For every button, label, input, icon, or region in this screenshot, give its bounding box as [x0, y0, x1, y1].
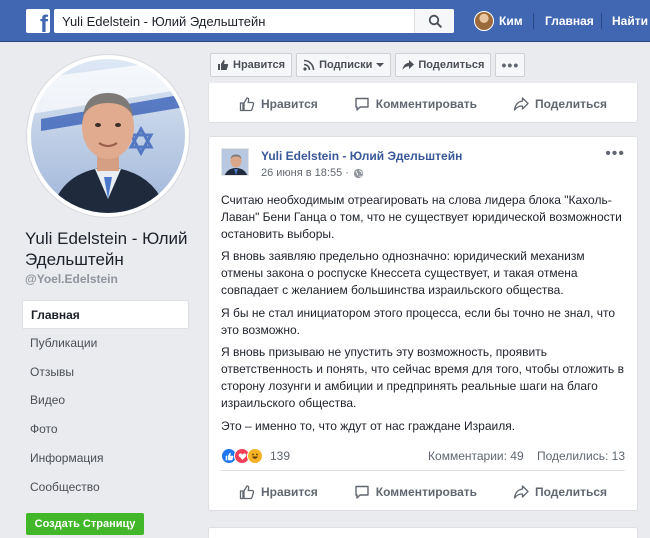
post-author-avatar[interactable] — [221, 148, 249, 176]
page-share-label: Поделиться — [418, 59, 485, 71]
comment-button[interactable]: Комментировать — [354, 96, 477, 112]
post-reactions-summary: 139 Комментарии: 49 Поделились: 13 — [221, 446, 625, 466]
page-like-button[interactable]: Нравится — [210, 53, 293, 77]
rss-icon — [303, 59, 315, 71]
comment-button[interactable]: Комментировать — [354, 484, 477, 500]
page-like-label: Нравится — [233, 59, 286, 71]
engagement-stats: Комментарии: 49 Поделились: 13 — [428, 449, 625, 463]
nav-item-reviews[interactable]: Отзывы — [22, 358, 189, 387]
caret-down-icon — [376, 63, 385, 67]
nav-home-link[interactable]: Главная — [545, 14, 594, 28]
nav-item-community[interactable]: Сообщество — [22, 473, 189, 502]
like-label: Нравится — [260, 97, 318, 111]
post-timestamp[interactable]: 26 июня в 18:55 · — [261, 165, 349, 181]
user-avatar — [474, 11, 494, 31]
author-photo — [222, 149, 248, 175]
nav-item-about[interactable]: Информация — [22, 444, 189, 473]
reactions-link[interactable]: 139 — [221, 448, 290, 464]
post-author-name[interactable]: Yuli Edelstein - Юлий Эдельштейн — [261, 148, 462, 164]
post-paragraph: Я вновь призываю не упустить эту возможн… — [221, 345, 624, 410]
post-header: Yuli Edelstein - Юлий Эдельштейн 26 июня… — [221, 148, 462, 181]
post-text: Считаю необходимым отреагировать на слов… — [221, 192, 625, 440]
post-action-row: Нравится Комментировать Поделиться — [221, 89, 625, 119]
nav-item-photos[interactable]: Фото — [22, 415, 189, 444]
post-options-button[interactable]: ••• — [605, 146, 625, 162]
profile-link[interactable]: Ким — [474, 11, 523, 31]
page-navigation: Главная Публикации Отзывы Видео Фото Инф… — [22, 300, 189, 502]
post-card: Yuli Edelstein - Юлий Эдельштейн 26 июня… — [208, 136, 638, 511]
page-follow-label: Подписки — [319, 59, 373, 71]
page-follow-button[interactable]: Подписки — [296, 53, 392, 77]
share-arrow-icon — [513, 97, 529, 111]
page-username[interactable]: @Yoel.Edelstein — [25, 272, 118, 286]
page-title[interactable]: Yuli Edelstein - Юлий Эдельштейн — [25, 228, 200, 270]
page-more-button[interactable]: ••• — [495, 53, 526, 77]
share-arrow-icon — [402, 60, 415, 70]
profile-photo — [31, 59, 185, 213]
comment-count-link[interactable]: Комментарии: 49 — [428, 449, 524, 463]
previous-post-card: Нравится Комментировать Поделиться — [208, 83, 638, 123]
reaction-count: 139 — [270, 449, 291, 463]
page-action-bar: Нравится Подписки Поделиться ••• — [210, 53, 526, 77]
search-bar[interactable]: Yuli Edelstein - Юлий Эдельштейн — [54, 9, 454, 33]
share-count-link[interactable]: Поделились: 13 — [537, 449, 625, 463]
post-paragraph: Я вновь заявляю предельно однозначно: юр… — [221, 249, 585, 297]
nav-item-videos[interactable]: Видео — [22, 386, 189, 415]
comment-label: Комментировать — [375, 485, 478, 499]
facebook-logo-icon[interactable]: f — [26, 9, 50, 33]
page-profile-picture[interactable] — [27, 55, 189, 217]
share-label: Поделиться — [534, 97, 608, 111]
post-paragraph: Я бы не стал инициатором этого процесса,… — [221, 305, 616, 337]
comment-bubble-icon — [355, 485, 369, 499]
nav-divider — [601, 13, 602, 29]
like-button[interactable]: Нравится — [239, 96, 318, 112]
nav-find-friends-link[interactable]: Найти д — [612, 14, 650, 28]
comment-label: Комментировать — [375, 97, 478, 111]
search-input[interactable]: Yuli Edelstein - Юлий Эдельштейн — [54, 14, 414, 29]
post-timestamp-row: 26 июня в 18:55 · — [261, 165, 462, 181]
user-name: Ким — [499, 14, 523, 28]
post-action-row: Нравится Комментировать Поделиться — [221, 477, 625, 507]
page-share-button[interactable]: Поделиться — [395, 53, 492, 77]
globe-icon — [353, 168, 364, 178]
search-button[interactable] — [414, 9, 454, 33]
create-page-button[interactable]: Создать Страницу — [26, 513, 144, 535]
post-paragraph: Это – именно то, что ждут от нас граждан… — [221, 418, 516, 433]
comment-bubble-icon — [355, 97, 369, 111]
thumbs-up-icon — [218, 60, 229, 70]
next-post-card — [208, 527, 638, 538]
thumbs-up-icon — [239, 97, 255, 112]
like-button[interactable]: Нравится — [239, 484, 318, 500]
share-arrow-icon — [513, 485, 529, 499]
haha-reaction-icon — [247, 448, 263, 464]
nav-divider — [533, 13, 534, 29]
share-button[interactable]: Поделиться — [513, 96, 607, 112]
thumbs-up-icon — [239, 485, 255, 500]
top-navigation-bar: f Yuli Edelstein - Юлий Эдельштейн Ким Г… — [0, 0, 650, 42]
search-icon — [428, 14, 442, 28]
share-button[interactable]: Поделиться — [513, 484, 607, 500]
share-label: Поделиться — [534, 485, 608, 499]
like-label: Нравится — [260, 485, 318, 499]
nav-item-home[interactable]: Главная — [22, 300, 189, 329]
post-divider — [221, 470, 625, 471]
post-paragraph: Считаю необходимым отреагировать на слов… — [221, 193, 622, 241]
nav-item-posts[interactable]: Публикации — [22, 329, 189, 358]
